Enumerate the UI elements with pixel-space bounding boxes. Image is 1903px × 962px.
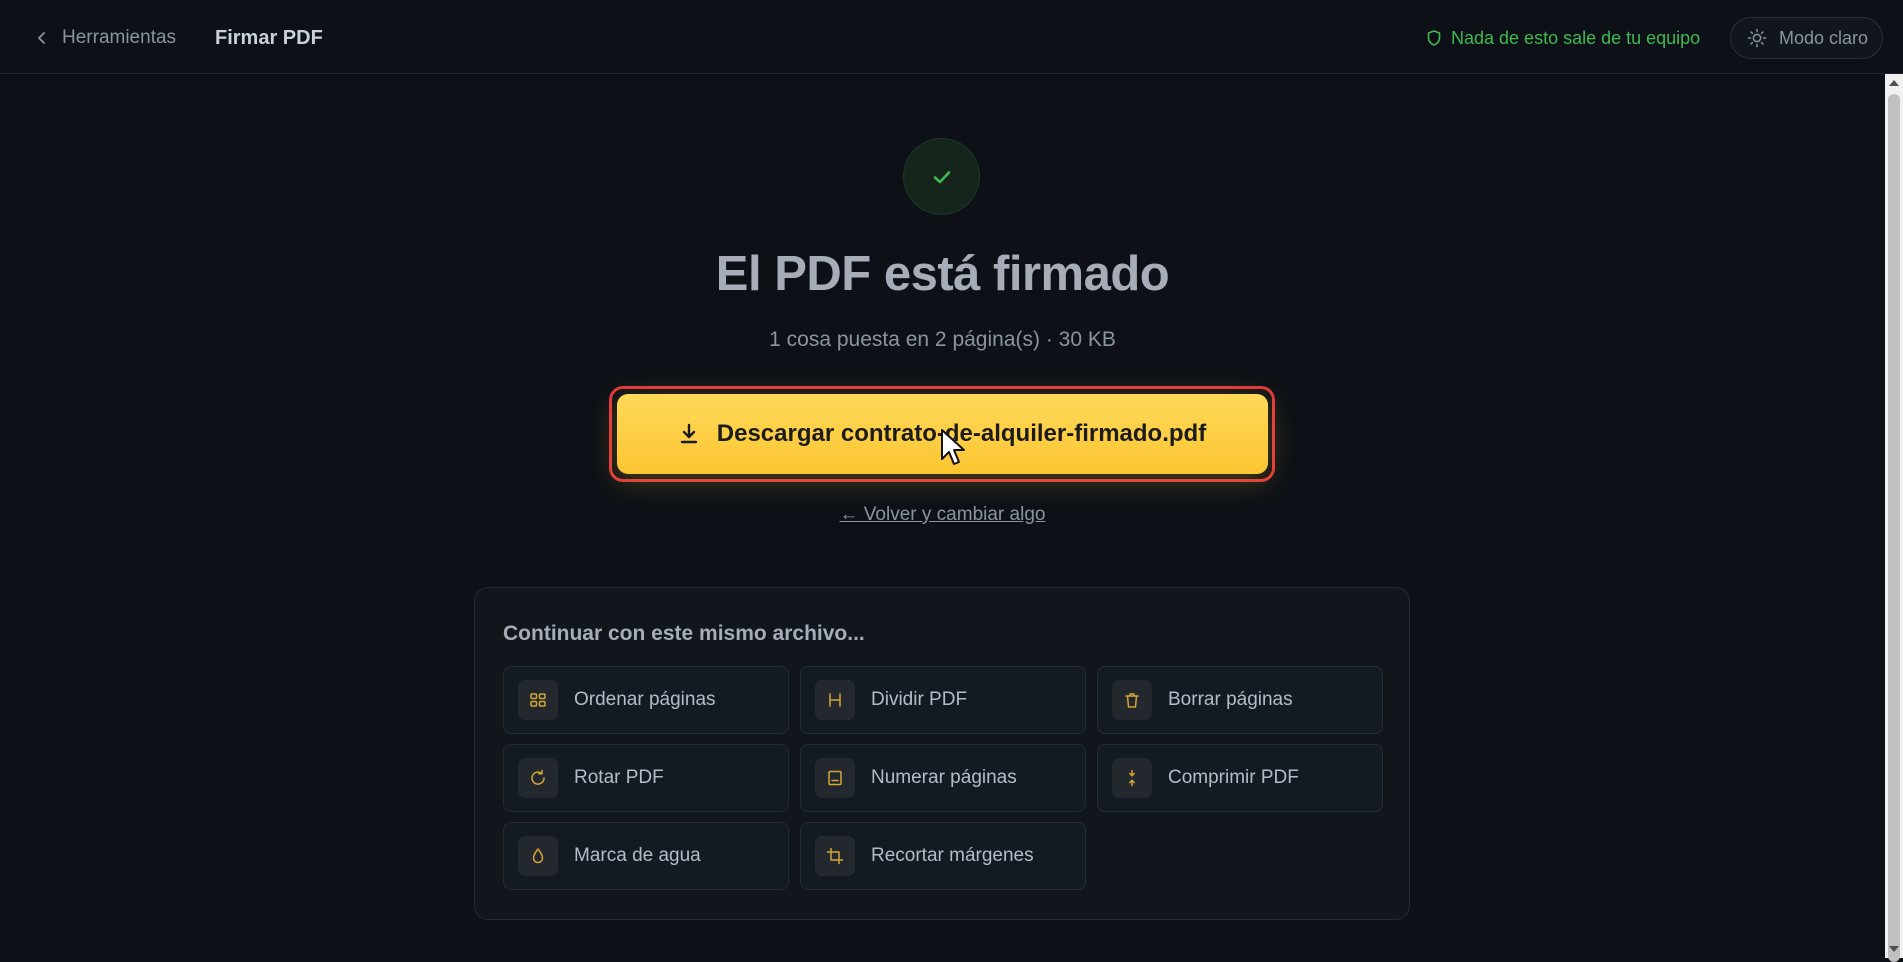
tool-card-label: Borrar páginas bbox=[1168, 689, 1293, 710]
checkmark-icon bbox=[933, 170, 950, 183]
scroll-down-arrow-icon[interactable] bbox=[1889, 946, 1899, 952]
tool-card-label: Comprimir PDF bbox=[1168, 767, 1299, 788]
grid-icon bbox=[530, 693, 546, 707]
mouse-pointer-icon bbox=[941, 429, 965, 465]
tool-card-label: Recortar márgenes bbox=[871, 845, 1034, 866]
back-and-edit-link[interactable]: ← Volver y cambiar algo bbox=[840, 504, 1046, 525]
back-link-row: ← Volver y cambiar algo bbox=[0, 504, 1885, 526]
tool-card-label: Rotar PDF bbox=[574, 767, 664, 788]
back-to-tools-link[interactable]: Herramientas bbox=[36, 24, 176, 52]
compress-icon bbox=[1129, 769, 1135, 787]
scroll-up-arrow-icon[interactable] bbox=[1889, 80, 1899, 86]
result-summary: 1 cosa puesta en 2 página(s) · 30 KB bbox=[769, 328, 1116, 351]
tool-card-numerar-paginas[interactable]: Numerar páginas bbox=[800, 744, 1086, 812]
back-label: Herramientas bbox=[62, 27, 177, 48]
tool-icon-box bbox=[518, 680, 558, 720]
tool-card-dividir-pdf[interactable]: Dividir PDF bbox=[800, 666, 1086, 734]
success-badge bbox=[903, 138, 980, 215]
continue-panel-title: Continuar con este mismo archivo... bbox=[503, 622, 865, 645]
rotate-icon bbox=[531, 769, 545, 785]
tool-card-borrar-paginas[interactable]: Borrar páginas bbox=[1097, 666, 1383, 734]
tool-icon-box bbox=[815, 836, 855, 876]
tool-icon-box bbox=[1112, 758, 1152, 798]
page-scrollbar[interactable] bbox=[1885, 74, 1903, 962]
privacy-text: Nada de esto sale de tu equipo bbox=[1451, 27, 1701, 48]
privacy-notice: Nada de esto sale de tu equipo bbox=[1427, 24, 1700, 52]
tool-icon-box bbox=[1112, 680, 1152, 720]
tool-card-recortar-margenes[interactable]: Recortar márgenes bbox=[800, 822, 1086, 890]
tool-card-comprimir-pdf[interactable]: Comprimir PDF bbox=[1097, 744, 1383, 812]
chevron-left-icon bbox=[38, 32, 45, 44]
result-headline: El PDF está firmado bbox=[715, 247, 1170, 301]
tool-icon-box bbox=[815, 758, 855, 798]
sun-icon bbox=[1747, 28, 1767, 48]
tool-card-label: Numerar páginas bbox=[871, 767, 1017, 788]
crop-icon bbox=[826, 847, 844, 865]
tool-card-ordenar-paginas[interactable]: Ordenar páginas bbox=[503, 666, 789, 734]
tool-card-label: Marca de agua bbox=[574, 845, 701, 866]
tool-icon-box bbox=[518, 758, 558, 798]
tool-icon-box bbox=[815, 680, 855, 720]
droplet-icon bbox=[532, 848, 544, 864]
trash-icon bbox=[1125, 693, 1139, 708]
theme-toggle-button[interactable]: Modo claro bbox=[1730, 17, 1883, 59]
page-title: Firmar PDF bbox=[215, 27, 323, 49]
tool-card-label: Dividir PDF bbox=[871, 689, 968, 710]
shield-icon bbox=[1427, 30, 1441, 46]
theme-toggle-label: Modo claro bbox=[1779, 27, 1869, 48]
top-bar: Herramientas Firmar PDF Nada de esto sal… bbox=[0, 0, 1903, 74]
continue-panel: Continuar con este mismo archivo... Orde… bbox=[474, 587, 1410, 920]
page-number-icon bbox=[828, 770, 842, 786]
download-icon bbox=[680, 423, 697, 444]
scrollbar-thumb[interactable] bbox=[1888, 94, 1900, 962]
tool-card-rotar-pdf[interactable]: Rotar PDF bbox=[503, 744, 789, 812]
tool-icon-box bbox=[518, 836, 558, 876]
tool-card-label: Ordenar páginas bbox=[574, 689, 716, 710]
tool-card-marca-de-agua[interactable]: Marca de agua bbox=[503, 822, 789, 890]
split-icon bbox=[829, 693, 841, 707]
